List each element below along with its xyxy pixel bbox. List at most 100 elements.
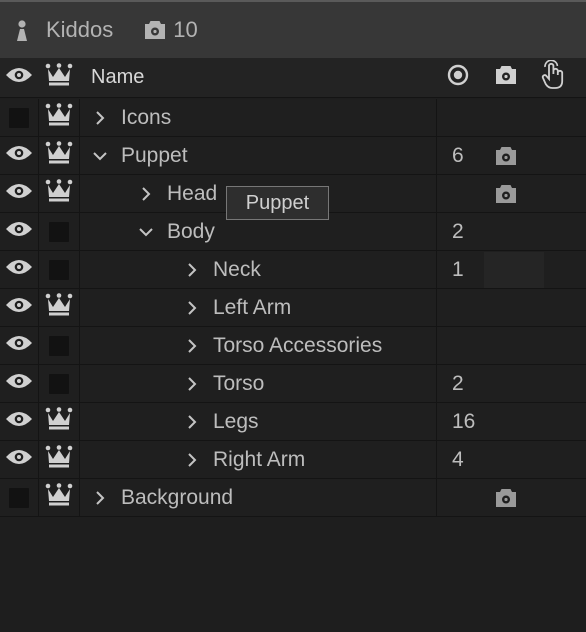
crown-toggle[interactable] [39, 213, 79, 250]
camera-column-header[interactable] [493, 58, 519, 97]
column-divider [436, 251, 437, 288]
no-crown-indicator [49, 259, 69, 280]
chevron-right-icon[interactable] [185, 262, 199, 277]
layer-name-cell[interactable]: Torso Accessories [185, 327, 382, 364]
layer-name-cell[interactable]: Head [139, 175, 217, 212]
column-divider [79, 441, 80, 478]
camera-icon[interactable] [493, 479, 519, 516]
layer-name-cell[interactable]: Right Arm [185, 441, 305, 478]
crown-icon [45, 483, 73, 512]
eye-icon [5, 295, 33, 320]
layer-count: 16 [452, 409, 476, 433]
chevron-down-icon[interactable] [139, 225, 153, 239]
crown-icon [45, 63, 73, 92]
chevron-right-icon[interactable] [185, 338, 199, 353]
layer-name-cell[interactable]: Background [93, 479, 233, 516]
column-divider [436, 175, 437, 212]
column-header: Name [0, 58, 586, 98]
layer-row[interactable]: Right Arm 4 [0, 441, 586, 479]
chevron-right-icon[interactable] [93, 490, 107, 505]
layer-name-cell[interactable]: Legs [185, 403, 259, 440]
column-divider [436, 137, 437, 174]
column-divider [436, 289, 437, 326]
layer-name: Left Arm [213, 295, 292, 319]
layer-row[interactable]: Left Arm [0, 289, 586, 327]
layer-name: Icons [121, 105, 172, 129]
visibility-toggle[interactable] [0, 365, 38, 402]
camera-icon[interactable] [493, 175, 519, 212]
layer-row[interactable]: Torso Accessories [0, 327, 586, 365]
crown-toggle[interactable] [39, 289, 79, 326]
layer-name: Head [167, 181, 218, 205]
crown-toggle[interactable] [39, 441, 79, 478]
layer-row[interactable]: Icons [0, 99, 586, 137]
column-divider [79, 213, 80, 250]
visibility-column-header[interactable] [0, 58, 38, 97]
layer-name-cell[interactable]: Body [139, 213, 215, 250]
crown-toggle[interactable] [39, 365, 79, 402]
layer-row[interactable]: Puppet 6 [0, 137, 586, 175]
chevron-down-icon[interactable] [93, 149, 107, 163]
column-divider [79, 99, 80, 136]
crown-icon [45, 179, 73, 208]
visibility-toggle[interactable] [0, 479, 38, 516]
layer-name-cell[interactable]: Neck [185, 251, 261, 288]
eye-icon [5, 371, 33, 396]
crown-toggle[interactable] [39, 99, 79, 136]
name-column-header[interactable]: Name [91, 58, 144, 97]
layer-name-cell[interactable]: Puppet [93, 137, 188, 174]
crown-column-header[interactable] [39, 58, 79, 97]
layer-name-cell[interactable]: Left Arm [185, 289, 291, 326]
column-divider [436, 441, 437, 478]
column-divider [436, 213, 437, 250]
origin-column-header[interactable] [446, 58, 470, 97]
crown-toggle[interactable] [39, 175, 79, 212]
crown-toggle[interactable] [39, 251, 79, 288]
layer-count: 4 [452, 447, 464, 471]
layer-row[interactable]: Legs 16 [0, 403, 586, 441]
crown-toggle[interactable] [39, 137, 79, 174]
layer-count: 2 [452, 371, 464, 395]
column-divider [436, 327, 437, 364]
visibility-toggle[interactable] [0, 137, 38, 174]
layer-count: 1 [452, 257, 464, 281]
chevron-right-icon[interactable] [139, 186, 153, 201]
chevron-right-icon[interactable] [185, 300, 199, 315]
layer-name-cell[interactable]: Torso [185, 365, 264, 402]
visibility-toggle[interactable] [0, 213, 38, 250]
tooltip: Puppet [226, 186, 329, 220]
column-divider [79, 137, 80, 174]
chevron-right-icon[interactable] [185, 452, 199, 467]
visibility-toggle[interactable] [0, 403, 38, 440]
column-divider [436, 479, 437, 516]
touch-column-header[interactable] [538, 58, 570, 97]
camera-icon [494, 63, 518, 92]
column-divider [79, 327, 80, 364]
visibility-toggle[interactable] [0, 289, 38, 326]
eye-icon [5, 257, 33, 282]
layer-name: Torso Accessories [213, 333, 383, 357]
chevron-right-icon[interactable] [93, 110, 107, 125]
layer-name: Background [121, 485, 234, 509]
crown-toggle[interactable] [39, 479, 79, 516]
chevron-right-icon[interactable] [185, 376, 199, 391]
layer-name-cell[interactable]: Icons [93, 99, 171, 136]
crown-icon [45, 141, 73, 170]
visibility-toggle[interactable] [0, 175, 38, 212]
visibility-toggle[interactable] [0, 327, 38, 364]
camera-icon[interactable] [493, 137, 519, 174]
visibility-toggle[interactable] [0, 99, 38, 136]
crown-toggle[interactable] [39, 403, 79, 440]
camera-icon [143, 18, 167, 42]
layer-row[interactable]: Background [0, 479, 586, 517]
chevron-right-icon[interactable] [185, 414, 199, 429]
visibility-toggle[interactable] [0, 251, 38, 288]
layer-name: Body [167, 219, 215, 243]
crown-toggle[interactable] [39, 327, 79, 364]
column-divider [79, 175, 80, 212]
visibility-toggle[interactable] [0, 441, 38, 478]
eye-icon [5, 143, 33, 168]
layer-name: Puppet [121, 143, 188, 167]
layer-row[interactable]: Torso 2 [0, 365, 586, 403]
column-divider [436, 365, 437, 402]
